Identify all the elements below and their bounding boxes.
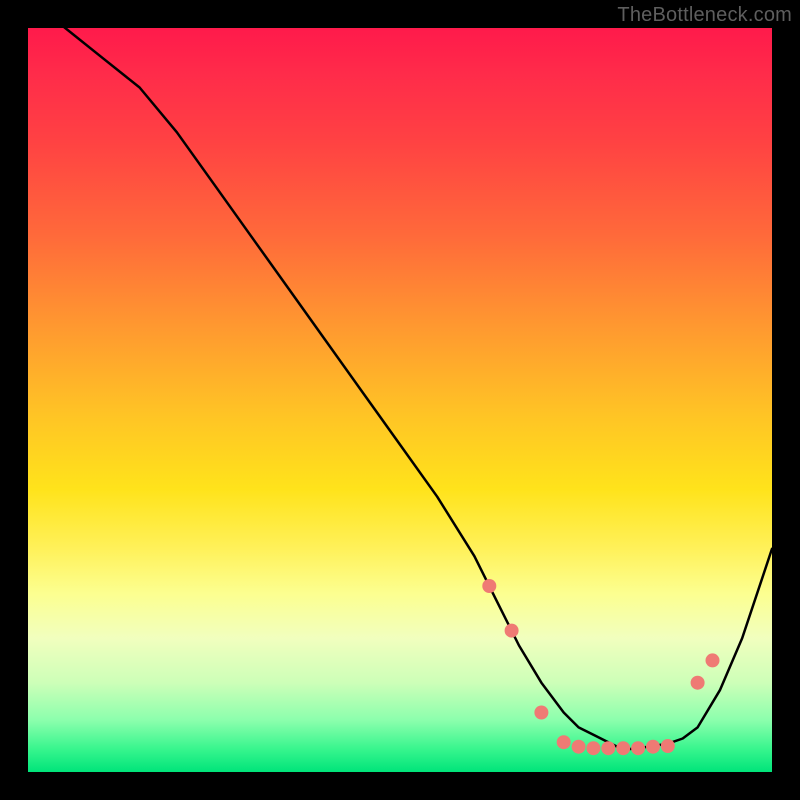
marker-dot — [505, 624, 519, 638]
marker-dot — [482, 579, 496, 593]
marker-dot — [557, 735, 571, 749]
curve-line — [28, 28, 772, 750]
marker-dot — [616, 741, 630, 755]
plot-area — [28, 28, 772, 772]
marker-dot — [601, 741, 615, 755]
marker-dot — [646, 740, 660, 754]
marker-dot — [534, 706, 548, 720]
marker-dot — [706, 653, 720, 667]
chart-frame: TheBottleneck.com — [0, 0, 800, 800]
watermark-label: TheBottleneck.com — [617, 4, 792, 27]
marker-dot — [661, 739, 675, 753]
marker-dot — [691, 676, 705, 690]
marker-dot — [572, 740, 586, 754]
chart-svg — [28, 28, 772, 772]
marker-dot — [586, 741, 600, 755]
marker-dot — [631, 741, 645, 755]
marker-dots — [482, 579, 719, 755]
